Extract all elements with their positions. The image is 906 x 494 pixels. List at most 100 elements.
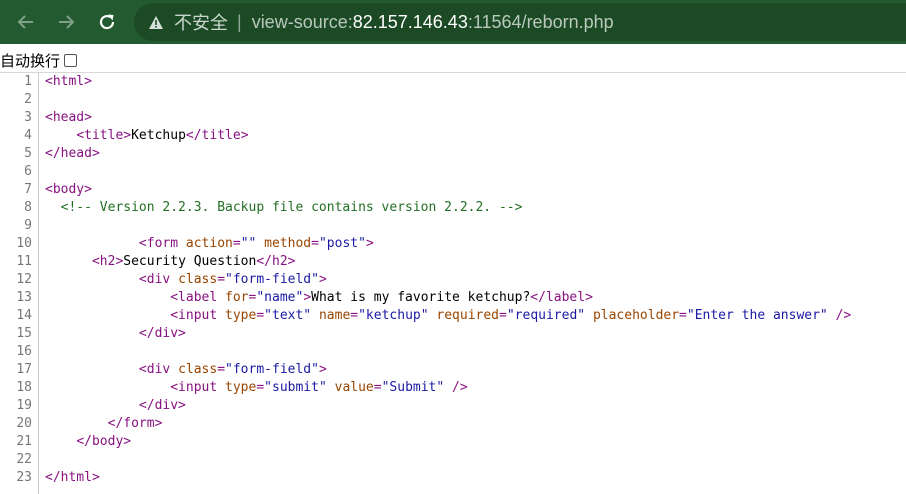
url-scheme: view-source:	[251, 11, 353, 32]
address-bar[interactable]: 不安全 | view-source:82.157.146.43:11564/re…	[134, 3, 906, 41]
div-tag-start: <div	[138, 362, 171, 377]
h2-text: Security Question	[123, 254, 257, 269]
line-wrap-checkbox[interactable]	[64, 53, 78, 67]
code-line: 22	[0, 451, 906, 469]
line-number: 4	[24, 128, 32, 143]
url-path: :11564/reborn.php	[467, 11, 614, 32]
head-open-tag: <head>	[45, 110, 92, 125]
line-number: 19	[16, 398, 32, 413]
title-text: Ketchup	[131, 128, 186, 143]
body-open-tag: <body>	[45, 182, 92, 197]
form-close-tag: </form>	[107, 416, 163, 431]
div-close-tag: </div>	[138, 398, 186, 413]
code-line: 17 <div class="form-field">	[0, 361, 906, 379]
line-number: 10	[16, 236, 32, 251]
class-value: "form-field"	[225, 362, 319, 377]
class-attr: class	[178, 362, 218, 377]
version-comment: <!-- Version 2.2.3. Backup file contains…	[60, 200, 523, 215]
input-tag-start: <input	[170, 380, 218, 395]
url-text[interactable]: view-source:82.157.146.43:11564/reborn.p…	[252, 12, 614, 33]
h2-open-tag: <h2>	[91, 254, 124, 269]
code-line: 15 </div>	[0, 325, 906, 343]
line-number: 13	[16, 290, 32, 305]
class-attr: class	[178, 272, 218, 287]
head-close-tag: </head>	[45, 146, 100, 161]
line-number: 22	[16, 452, 32, 467]
placeholder-attr: placeholder	[592, 308, 680, 323]
back-button[interactable]	[11, 7, 41, 37]
arrow-right-icon	[59, 15, 75, 29]
self-close: />	[452, 380, 468, 395]
value-value: "Submit"	[381, 380, 445, 395]
code-line: 14 <input type="text" name="ketchup" req…	[0, 307, 906, 325]
body-close-tag: </body>	[76, 434, 132, 449]
method-attr: method	[264, 236, 312, 251]
div-tag-end: >	[318, 362, 327, 377]
line-number: 8	[24, 200, 32, 215]
for-attr: for	[225, 290, 249, 305]
line-number: 11	[16, 254, 32, 269]
line-number: 9	[24, 218, 32, 233]
value-attr: value	[334, 380, 374, 395]
line-number: 20	[16, 416, 32, 431]
title-open-tag: <title>	[76, 128, 132, 143]
forward-button[interactable]	[51, 7, 81, 37]
line-number: 3	[24, 110, 32, 125]
code-line: 8 <!-- Version 2.2.3. Backup file contai…	[0, 199, 906, 217]
type-attr: type	[225, 380, 257, 395]
h2-close-tag: </h2>	[256, 254, 296, 269]
type-value: "text"	[264, 308, 312, 323]
code-line: 3 <head>	[0, 109, 906, 127]
code-line: 10 <form action="" method="post">	[0, 235, 906, 253]
input-tag-start: <input	[170, 308, 218, 323]
required-attr: required	[436, 308, 500, 323]
label-close-tag: </label>	[530, 290, 593, 305]
code-line: 13 <label for="name">What is my favorite…	[0, 289, 906, 307]
action-attr: action	[185, 236, 233, 251]
placeholder-value: "Enter the answer"	[686, 308, 828, 323]
line-number: 21	[16, 434, 32, 449]
line-number: 14	[16, 308, 32, 323]
self-close: />	[835, 308, 852, 323]
line-wrap-label: 自动换行	[0, 52, 61, 70]
browser-toolbar: 不安全 | view-source:82.157.146.43:11564/re…	[0, 0, 906, 44]
line-number: 6	[24, 164, 32, 179]
source-code: 1 <html> 2 3 <head> 4 <title>Ketchup</titl…	[0, 73, 906, 487]
code-line: 4 <title>Ketchup</title>	[0, 127, 906, 145]
label-tag-start: <label	[170, 290, 218, 305]
line-number: 1	[24, 74, 32, 89]
type-value: "submit"	[264, 380, 327, 395]
security-status-label[interactable]: 不安全	[174, 9, 228, 35]
line-wrap-control: 自动换行	[0, 50, 78, 70]
title-close-tag: </title>	[185, 128, 249, 143]
reload-icon	[99, 14, 115, 30]
html-open-tag: <html>	[45, 74, 92, 89]
div-tag-start: <div	[138, 272, 171, 287]
warning-triangle-icon[interactable]	[148, 13, 166, 31]
code-line: 11 <h2>Security Question</h2>	[0, 253, 906, 271]
arrow-left-icon	[17, 15, 33, 29]
name-value: "ketchup"	[358, 308, 429, 323]
method-value: "post"	[318, 236, 366, 251]
form-tag-end: >	[365, 236, 374, 251]
code-line: 6	[0, 163, 906, 181]
code-line: 16	[0, 343, 906, 361]
line-number: 7	[24, 182, 32, 197]
line-number: 5	[24, 146, 32, 161]
code-line: 9	[0, 217, 906, 235]
type-attr: type	[225, 308, 257, 323]
action-value: ""	[240, 236, 257, 251]
line-number: 23	[16, 470, 32, 485]
html-close-tag: </html>	[45, 470, 100, 485]
code-line: 2	[0, 91, 906, 109]
code-line: 1 <html>	[0, 73, 906, 91]
address-separator: |	[237, 11, 242, 32]
line-number: 16	[16, 344, 32, 359]
line-number: 18	[16, 380, 32, 395]
form-tag-start: <form	[138, 236, 179, 251]
label-tag-end: >	[303, 290, 312, 305]
class-value: "form-field"	[225, 272, 319, 287]
reload-button[interactable]	[92, 7, 122, 37]
required-value: "required"	[506, 308, 586, 323]
code-line: 21 </body>	[0, 433, 906, 451]
